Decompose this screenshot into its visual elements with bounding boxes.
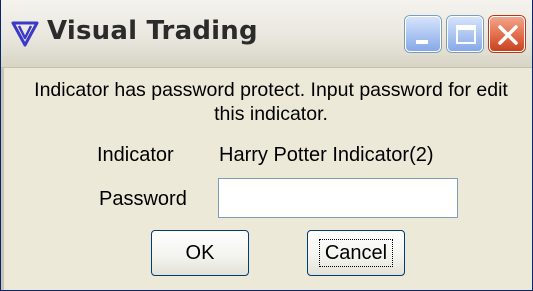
password-label: Password	[99, 188, 187, 210]
dialog-message: Indicator has password protect. Input pa…	[34, 79, 508, 125]
minimize-button[interactable]	[405, 16, 441, 52]
password-dialog-window: Visual Trading Indicator has password pr…	[0, 0, 533, 291]
title-bar[interactable]: Visual Trading	[1, 0, 532, 68]
window-left-edge	[1, 68, 4, 290]
ok-button[interactable]: OK	[151, 230, 249, 276]
cancel-button[interactable]: Cancel	[307, 230, 405, 276]
cancel-button-label: Cancel	[318, 239, 394, 267]
minimize-icon	[416, 40, 428, 44]
indicator-value: Harry Potter Indicator(2)	[219, 144, 434, 166]
visual-trading-logo-icon[interactable]	[11, 20, 39, 48]
window-title: Visual Trading	[47, 16, 258, 46]
maximize-icon	[456, 25, 476, 44]
close-icon	[498, 25, 518, 45]
ok-button-label: OK	[185, 241, 215, 264]
close-button[interactable]	[489, 16, 525, 52]
maximize-button[interactable]	[447, 16, 483, 52]
indicator-label: Indicator	[97, 144, 174, 166]
password-input[interactable]	[218, 178, 458, 218]
